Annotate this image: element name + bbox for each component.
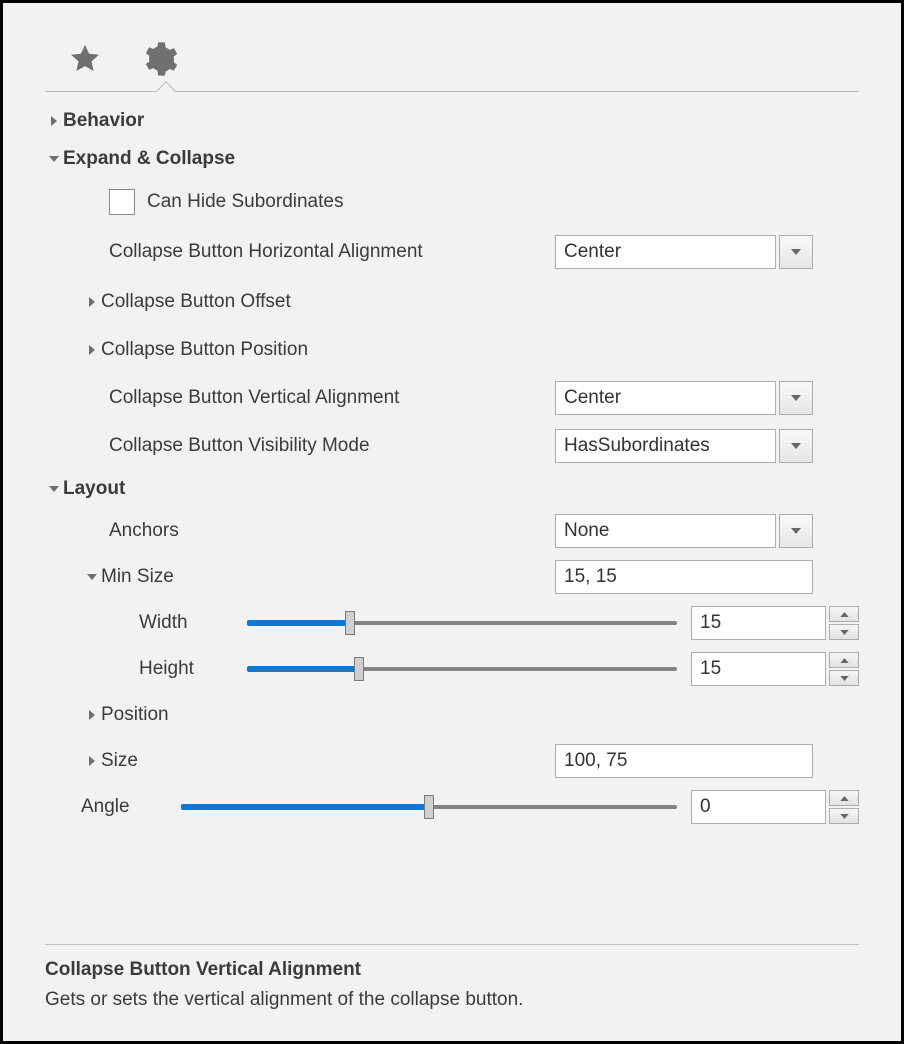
spinner-down-button[interactable] — [829, 808, 859, 824]
collapse-toggle-icon[interactable] — [45, 154, 63, 164]
width-spinner[interactable]: 15 — [691, 606, 859, 640]
combo-value[interactable]: Center — [555, 235, 776, 269]
expand-toggle-icon[interactable] — [45, 116, 63, 126]
collapse-button-vertical-alignment-combo[interactable]: Center — [555, 381, 813, 415]
min-size-textbox[interactable]: 15, 15 — [555, 560, 813, 594]
property-label: Collapse Button Vertical Alignment — [109, 387, 399, 409]
can-hide-subordinates-checkbox[interactable] — [109, 189, 135, 215]
combo-dropdown-button[interactable] — [779, 429, 813, 463]
property-label: Collapse Button Visibility Mode — [109, 435, 370, 457]
anchors-combo[interactable]: None — [555, 514, 813, 548]
size-textbox[interactable]: 100, 75 — [555, 744, 813, 778]
property-label: Can Hide Subordinates — [147, 191, 343, 213]
spinner-value[interactable]: 15 — [691, 606, 826, 640]
property-tree: Behavior Expand & Collapse Can Hide Subo… — [45, 102, 859, 916]
collapse-button-visibility-mode-combo[interactable]: HasSubordinates — [555, 429, 813, 463]
spinner-up-button[interactable] — [829, 606, 859, 622]
collapse-button-horizontal-alignment-row: Collapse Button Horizontal Alignment Cen… — [45, 226, 859, 278]
min-size-width-row: Width 15 — [45, 600, 859, 646]
expand-toggle-icon[interactable] — [83, 710, 101, 720]
property-label: Anchors — [109, 520, 179, 542]
section-layout[interactable]: Layout — [45, 470, 859, 508]
section-label: Behavior — [63, 110, 144, 132]
spinner-value[interactable]: 15 — [691, 652, 826, 686]
height-spinner[interactable]: 15 — [691, 652, 859, 686]
toolbar-separator — [45, 91, 859, 92]
collapse-button-offset-row[interactable]: Collapse Button Offset — [45, 278, 859, 326]
collapse-button-horizontal-alignment-combo[interactable]: Center — [555, 235, 813, 269]
combo-value[interactable]: HasSubordinates — [555, 429, 776, 463]
description-title: Collapse Button Vertical Alignment — [45, 959, 859, 981]
collapse-button-visibility-mode-row: Collapse Button Visibility Mode HasSubor… — [45, 422, 859, 470]
property-label: Height — [139, 658, 247, 680]
property-label: Collapse Button Horizontal Alignment — [109, 241, 423, 263]
property-label: Width — [139, 612, 247, 634]
combo-dropdown-button[interactable] — [779, 235, 813, 269]
combo-value[interactable]: None — [555, 514, 776, 548]
angle-slider[interactable] — [181, 795, 677, 819]
description-separator — [45, 944, 859, 945]
combo-dropdown-button[interactable] — [779, 514, 813, 548]
collapse-toggle-icon[interactable] — [45, 484, 63, 494]
collapse-toggle-icon[interactable] — [83, 572, 101, 582]
combo-value[interactable]: Center — [555, 381, 776, 415]
section-label: Layout — [63, 478, 125, 500]
property-label: Angle — [81, 796, 181, 818]
anchors-row: Anchors None — [45, 508, 859, 554]
property-panel: Behavior Expand & Collapse Can Hide Subo… — [0, 0, 904, 1044]
spinner-up-button[interactable] — [829, 790, 859, 806]
property-label: Size — [101, 750, 138, 772]
width-slider[interactable] — [247, 611, 677, 635]
angle-spinner[interactable]: 0 — [691, 790, 859, 824]
property-label: Collapse Button Position — [101, 339, 308, 361]
collapse-button-vertical-alignment-row: Collapse Button Vertical Alignment Cente… — [45, 374, 859, 422]
expand-toggle-icon[interactable] — [83, 297, 101, 307]
spinner-up-button[interactable] — [829, 652, 859, 668]
min-size-height-row: Height 15 — [45, 646, 859, 692]
property-label: Min Size — [101, 566, 174, 588]
can-hide-subordinates-row: Can Hide Subordinates — [45, 178, 859, 226]
collapse-button-position-row[interactable]: Collapse Button Position — [45, 326, 859, 374]
property-label: Collapse Button Offset — [101, 291, 291, 313]
height-slider[interactable] — [247, 657, 677, 681]
section-behavior[interactable]: Behavior — [45, 102, 859, 140]
min-size-row[interactable]: Min Size 15, 15 — [45, 554, 859, 600]
settings-tab-icon[interactable] — [139, 39, 179, 79]
section-expand-collapse[interactable]: Expand & Collapse — [45, 140, 859, 178]
description-text: Gets or sets the vertical alignment of t… — [45, 989, 859, 1011]
expand-toggle-icon[interactable] — [83, 756, 101, 766]
combo-dropdown-button[interactable] — [779, 381, 813, 415]
spinner-down-button[interactable] — [829, 670, 859, 686]
size-row[interactable]: Size 100, 75 — [45, 738, 859, 784]
property-label: Position — [101, 704, 169, 726]
position-row[interactable]: Position — [45, 692, 859, 738]
toolbar — [45, 31, 859, 87]
expand-toggle-icon[interactable] — [83, 345, 101, 355]
favorites-tab-icon[interactable] — [67, 42, 103, 76]
angle-row: Angle 0 — [45, 784, 859, 830]
section-label: Expand & Collapse — [63, 148, 235, 170]
spinner-value[interactable]: 0 — [691, 790, 826, 824]
spinner-down-button[interactable] — [829, 624, 859, 640]
